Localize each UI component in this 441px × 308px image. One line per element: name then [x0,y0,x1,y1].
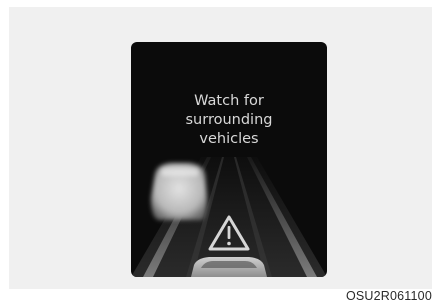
cluster-display: Watch for surrounding vehicles [131,42,327,277]
figure-code: OSU2R061100 [345,289,432,303]
warning-message-line-1: Watch for [194,93,264,109]
warning-message-line-2: surrounding [185,112,273,128]
road-scene [131,157,327,277]
warning-message-line-3: vehicles [199,131,259,147]
own-vehicle [191,257,267,277]
warning-message: Watch for surrounding vehicles [131,92,327,149]
surrounding-vehicle [151,163,207,220]
